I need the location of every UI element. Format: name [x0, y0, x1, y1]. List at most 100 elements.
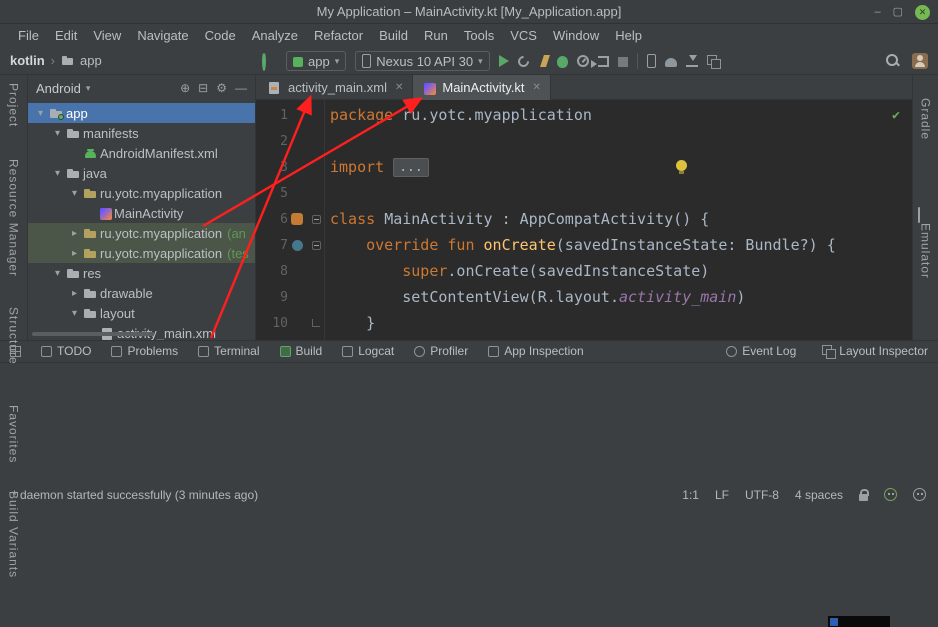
chevron-down-icon[interactable]: ▾	[51, 128, 64, 139]
tree-item-java[interactable]: ▾ java	[28, 163, 255, 183]
tree-item-mainactivity[interactable]: MainActivity	[28, 203, 255, 223]
menu-view[interactable]: View	[85, 26, 129, 45]
attach-debugger-icon[interactable]	[598, 56, 609, 67]
tree-item-package-androidtest[interactable]: ▸ ru.yotc.myapplication (an	[28, 223, 255, 243]
class-gutter-icon[interactable]	[291, 213, 303, 225]
tool-button-build-variants[interactable]: Build Variants	[7, 491, 21, 578]
tool-button-app-inspection[interactable]: App Inspection	[488, 344, 583, 358]
menu-code[interactable]: Code	[197, 26, 244, 45]
menu-analyze[interactable]: Analyze	[244, 26, 306, 45]
close-icon[interactable]: ✕	[395, 82, 403, 93]
menu-file[interactable]: File	[10, 26, 47, 45]
code-editor[interactable]: ✔ 1 package ru.yotc.myapplication 2 3 im…	[256, 100, 912, 340]
tab-activity-main-xml[interactable]: activity_main.xml ✕	[256, 75, 413, 100]
menu-build[interactable]: Build	[371, 26, 416, 45]
tool-button-event-log[interactable]: Event Log	[726, 344, 796, 358]
chevron-right-icon[interactable]: ▸	[68, 228, 81, 239]
fold-marker[interactable]	[312, 215, 321, 224]
locate-file-icon[interactable]: ⊕	[180, 81, 190, 95]
tree-item-app[interactable]: ▾ app	[28, 103, 255, 123]
menu-tools[interactable]: Tools	[456, 26, 502, 45]
search-icon[interactable]	[886, 54, 900, 68]
menu-vcs[interactable]: VCS	[502, 26, 545, 45]
tool-button-gradle[interactable]: Gradle	[919, 98, 933, 140]
tab-mainactivity-kt[interactable]: MainActivity.kt ✕	[413, 75, 551, 100]
intention-bulb-icon[interactable]	[676, 160, 687, 171]
tree-item-label: MainActivity	[114, 206, 183, 221]
breadcrumb-project[interactable]: kotlin	[10, 53, 45, 68]
tree-item-package-test[interactable]: ▸ ru.yotc.myapplication (tes	[28, 243, 255, 263]
fold-column	[308, 128, 324, 154]
status-message[interactable]: * daemon started successfully (3 minutes…	[12, 488, 258, 502]
folded-imports[interactable]: ...	[393, 158, 428, 177]
window-controls: – ▢ ✕	[874, 0, 930, 24]
tool-button-todo[interactable]: TODO	[41, 344, 91, 358]
tree-item-manifests[interactable]: ▾ manifests	[28, 123, 255, 143]
chevron-down-icon[interactable]: ▾	[68, 308, 81, 319]
tree-item-androidmanifest-xml[interactable]: AndroidManifest.xml	[28, 143, 255, 163]
hide-panel-icon[interactable]: —	[235, 81, 247, 95]
tool-button-layout-inspector[interactable]: Layout Inspector	[822, 344, 928, 358]
device-selector[interactable]: Nexus 10 API 30 ▾	[355, 51, 489, 71]
profile-avatar[interactable]	[912, 53, 928, 69]
tree-item-layout[interactable]: ▾ layout	[28, 303, 255, 323]
menu-navigate[interactable]: Navigate	[129, 26, 196, 45]
module-selector[interactable]: app ▾	[286, 51, 346, 71]
tool-button-label: Layout Inspector	[839, 344, 928, 358]
tool-window-switcher[interactable]	[10, 345, 21, 357]
override-gutter-icon[interactable]	[292, 240, 303, 251]
rerun-icon[interactable]	[515, 53, 531, 69]
tool-button-build[interactable]: Build	[280, 344, 323, 358]
stop-button[interactable]	[618, 57, 628, 67]
menu-edit[interactable]: Edit	[47, 26, 85, 45]
feedback-face-icon[interactable]	[884, 488, 897, 501]
fold-marker[interactable]	[312, 241, 321, 250]
minimize-button[interactable]: –	[874, 7, 880, 18]
gradle-sync-icon[interactable]	[665, 58, 677, 67]
menu-help[interactable]: Help	[607, 26, 650, 45]
tool-button-problems[interactable]: Problems	[111, 344, 178, 358]
caret-position[interactable]: 1:1	[682, 488, 699, 502]
run-button[interactable]	[499, 55, 509, 67]
tool-button-project[interactable]: Project	[7, 83, 21, 127]
gear-icon[interactable]: ⚙	[216, 81, 227, 95]
kotlin-class-icon	[100, 208, 112, 220]
close-button[interactable]: ✕	[915, 5, 930, 20]
apply-changes-icon[interactable]	[540, 55, 550, 67]
sync-project-icon[interactable]	[262, 52, 266, 71]
emoji-face-icon[interactable]	[913, 488, 926, 501]
debug-button[interactable]	[557, 56, 568, 68]
indent-indicator[interactable]: 4 spaces	[795, 488, 843, 502]
project-view-selector[interactable]: Android	[36, 81, 81, 96]
chevron-down-icon[interactable]: ▾	[51, 168, 64, 179]
sdk-manager-icon[interactable]	[686, 55, 698, 67]
tool-button-terminal[interactable]: Terminal	[198, 344, 259, 358]
chevron-right-icon[interactable]: ▸	[68, 288, 81, 299]
chevron-down-icon[interactable]: ▾	[68, 188, 81, 199]
tool-button-emulator[interactable]: Emulator	[919, 223, 933, 279]
maximize-button[interactable]: ▢	[893, 7, 903, 18]
collapse-all-icon[interactable]: ⊟	[198, 81, 208, 95]
profiler-icon[interactable]	[577, 55, 589, 67]
encoding-indicator[interactable]: UTF-8	[745, 488, 779, 502]
device-manager-icon[interactable]	[647, 54, 656, 68]
layout-validation-icon[interactable]	[707, 55, 719, 67]
tree-item-res[interactable]: ▾ res	[28, 263, 255, 283]
menu-refactor[interactable]: Refactor	[306, 26, 371, 45]
menu-window[interactable]: Window	[545, 26, 607, 45]
chevron-down-icon[interactable]: ▾	[51, 268, 64, 279]
chevron-right-icon[interactable]: ▸	[68, 248, 81, 259]
tree-item-package-main[interactable]: ▾ ru.yotc.myapplication	[28, 183, 255, 203]
breadcrumb-module[interactable]: app	[61, 53, 102, 68]
line-ending-indicator[interactable]: LF	[715, 488, 729, 502]
tree-item-drawable[interactable]: ▸ drawable	[28, 283, 255, 303]
tool-button-resource-manager[interactable]: Resource Manager	[7, 159, 21, 277]
menu-run[interactable]: Run	[416, 26, 456, 45]
horizontal-scrollbar[interactable]	[32, 332, 154, 336]
close-icon[interactable]: ✕	[532, 82, 540, 93]
tool-button-favorites[interactable]: Favorites	[7, 405, 21, 463]
tool-button-logcat[interactable]: Logcat	[342, 344, 394, 358]
tool-button-profiler[interactable]: Profiler	[414, 344, 468, 358]
lock-icon[interactable]	[859, 494, 868, 501]
chevron-down-icon[interactable]: ▾	[34, 108, 47, 119]
